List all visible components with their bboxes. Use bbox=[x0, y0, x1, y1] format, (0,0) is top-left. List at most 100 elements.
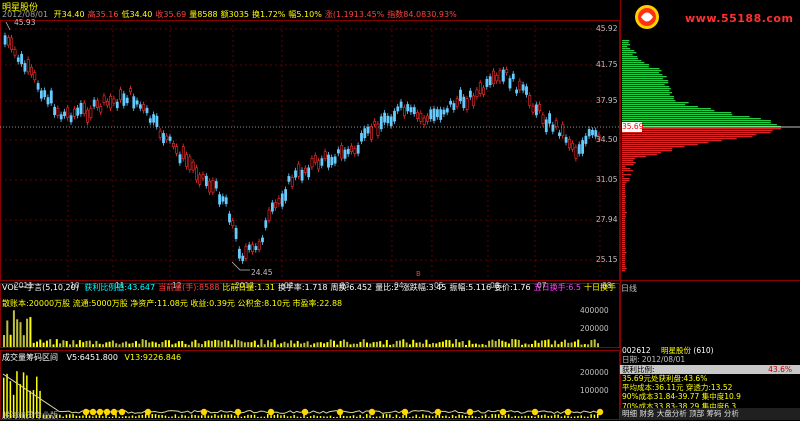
volume-bar bbox=[333, 341, 335, 347]
candle-body bbox=[159, 131, 161, 137]
volume-bar bbox=[26, 319, 28, 347]
volume-bar bbox=[475, 344, 477, 347]
volume-bar bbox=[528, 344, 530, 347]
volume-bar bbox=[145, 340, 147, 347]
volume-bar bbox=[452, 344, 454, 347]
lower-bar bbox=[439, 415, 441, 418]
volume-stat: 换手率:1.718 bbox=[278, 283, 328, 292]
tab-daily[interactable]: 日线 bbox=[621, 283, 637, 294]
chip-bar bbox=[622, 108, 711, 109]
lower-bar bbox=[326, 417, 328, 418]
candle-body bbox=[351, 146, 353, 151]
candle-body bbox=[232, 221, 234, 226]
volume-bar bbox=[72, 340, 74, 347]
chip-bar bbox=[622, 130, 773, 131]
volume-bar bbox=[125, 341, 127, 347]
lower-bar bbox=[587, 417, 589, 418]
chip-bar bbox=[622, 154, 657, 155]
candle-body bbox=[539, 104, 541, 110]
volume-bar bbox=[307, 341, 309, 347]
candle-body bbox=[123, 94, 125, 106]
candle-body bbox=[324, 152, 326, 159]
volume-bar bbox=[59, 343, 61, 347]
info-profit-ratio[interactable]: 获利比例: 43.6% bbox=[620, 365, 800, 374]
candle-body bbox=[298, 164, 300, 176]
lower-bar bbox=[142, 415, 144, 418]
candle-body bbox=[261, 238, 263, 242]
candle-body bbox=[466, 99, 468, 110]
candle-body bbox=[558, 133, 560, 136]
volume-bar bbox=[524, 344, 526, 347]
candle-body bbox=[347, 149, 349, 154]
candle-body bbox=[321, 159, 323, 166]
candle-body bbox=[67, 108, 69, 118]
max-price-label: 45.93 bbox=[14, 18, 35, 27]
chip-bar bbox=[622, 226, 625, 227]
lower-bar bbox=[508, 414, 510, 418]
right-bottom-tabs[interactable]: 明细 财务 大盘分析 顶部 筹码 分析 bbox=[620, 408, 800, 420]
candle-body bbox=[374, 121, 376, 124]
chip-bar bbox=[622, 170, 633, 171]
smiley-icon bbox=[119, 409, 125, 415]
candle-body bbox=[423, 118, 425, 125]
candle-body bbox=[410, 107, 412, 111]
volume-bar bbox=[515, 339, 517, 347]
volume-bar bbox=[56, 339, 58, 347]
volume-bar bbox=[237, 340, 239, 347]
smiley-icon bbox=[500, 409, 506, 415]
candle-body bbox=[113, 99, 115, 103]
chip-bar bbox=[622, 112, 731, 113]
candle-body bbox=[116, 102, 118, 108]
lower-bar bbox=[122, 417, 124, 418]
candle-body bbox=[370, 127, 372, 140]
lower-bar bbox=[432, 416, 434, 418]
chip-bar bbox=[622, 200, 625, 201]
lower-bar bbox=[336, 417, 338, 418]
volume-bar bbox=[488, 341, 490, 347]
volume-axis-top: 400000 bbox=[580, 306, 609, 315]
month-grid bbox=[68, 20, 600, 280]
volume-bar bbox=[581, 345, 583, 347]
volume-bar bbox=[541, 341, 543, 347]
candle-body bbox=[585, 136, 587, 143]
chip-bar bbox=[622, 186, 625, 187]
candle-body bbox=[24, 63, 26, 71]
volume-bar bbox=[567, 343, 569, 347]
lower-bar bbox=[425, 415, 427, 418]
candle-body bbox=[525, 87, 527, 95]
candle-body bbox=[96, 101, 98, 108]
chip-bar bbox=[622, 202, 626, 203]
smiley-icon bbox=[302, 409, 308, 415]
chip-bar bbox=[622, 92, 672, 93]
volume-bar bbox=[297, 341, 299, 347]
candle-body bbox=[271, 203, 273, 211]
volume-bar bbox=[425, 340, 427, 347]
volume-bar bbox=[247, 342, 249, 347]
volume-bar bbox=[82, 342, 84, 347]
lower-bar bbox=[544, 415, 546, 418]
info-num: (610) bbox=[693, 346, 713, 355]
info-profit-at-price: 35.69元处获利盘:43.6% bbox=[620, 374, 800, 383]
lower-bar bbox=[399, 417, 401, 418]
lower-bar bbox=[571, 417, 573, 418]
chip-bar bbox=[622, 148, 672, 149]
candle-body bbox=[446, 109, 448, 113]
candle-body bbox=[139, 105, 141, 109]
chip-bar bbox=[622, 218, 625, 219]
volume-bar bbox=[227, 341, 229, 347]
volume-bar bbox=[554, 341, 556, 347]
lower-bar bbox=[501, 416, 503, 418]
candle-body bbox=[430, 110, 432, 119]
smiley-icon bbox=[145, 409, 151, 415]
lower-bar bbox=[227, 415, 229, 418]
info-date: 日期: 2012/08/01 bbox=[620, 355, 800, 364]
lower-title: 成交量筹码区间 bbox=[2, 353, 58, 362]
volume-stat: 量比:2 bbox=[375, 283, 399, 292]
lower-bar bbox=[416, 415, 418, 418]
lower-bar bbox=[201, 415, 203, 418]
candle-body bbox=[129, 89, 131, 92]
candle-body bbox=[417, 112, 419, 118]
candle-body bbox=[248, 245, 250, 250]
candle-body bbox=[73, 109, 75, 116]
volume-bar bbox=[69, 344, 71, 347]
